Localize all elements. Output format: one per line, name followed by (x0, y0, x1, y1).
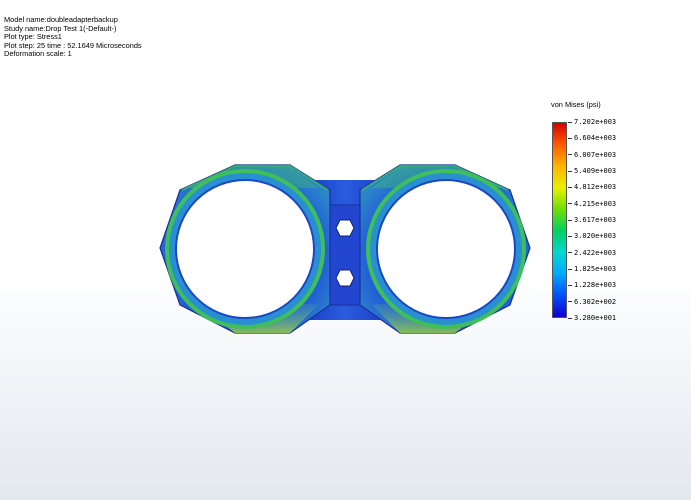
legend-tick-label: 6.007e+003 (568, 151, 616, 159)
legend-tick-label: 5.409e+003 (568, 167, 616, 175)
legend-tick-label: 7.202e+003 (568, 118, 616, 126)
legend-tick-label: 3.020e+003 (568, 232, 616, 240)
legend-tick-label: 3.617e+003 (568, 216, 616, 224)
color-scale-bar (552, 122, 567, 318)
legend-tick-label: 1.825e+003 (568, 265, 616, 273)
legend-tick-label: 6.302e+002 (568, 298, 616, 306)
legend-tick-label: 4.215e+003 (568, 200, 616, 208)
left-ring (159, 164, 331, 334)
legend-tick-label: 1.228e+003 (568, 281, 616, 289)
hex-hole-top (335, 219, 355, 237)
left-ring-hole (175, 179, 315, 319)
legend-tick-label: 3.280e+001 (568, 314, 616, 322)
legend-ticks: 7.202e+003 6.604e+003 6.007e+003 5.409e+003… (568, 118, 638, 322)
right-ring-hole (376, 179, 516, 319)
legend-tick-label: 2.422e+003 (568, 249, 616, 257)
hex-hole-bottom (335, 269, 355, 287)
legend-tick-label: 4.812e+003 (568, 183, 616, 191)
legend-tick-label: 6.604e+003 (568, 134, 616, 142)
right-ring (359, 164, 531, 334)
legend-title: von Mises (psi) (551, 100, 601, 109)
